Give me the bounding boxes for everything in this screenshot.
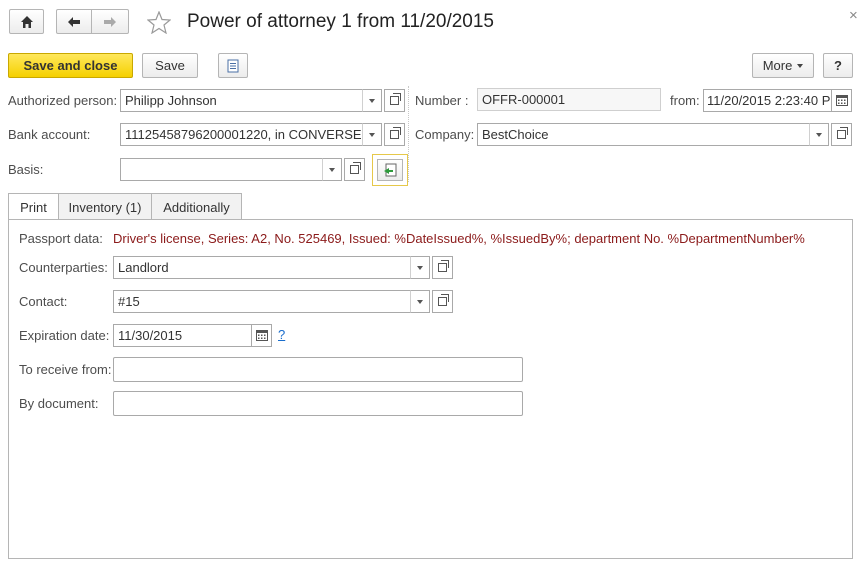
back-button[interactable] bbox=[56, 9, 92, 34]
bank-account-dropdown-button[interactable] bbox=[362, 123, 382, 146]
bank-account-label: Bank account: bbox=[8, 127, 91, 142]
company-dropdown-button[interactable] bbox=[809, 123, 829, 146]
more-label: More bbox=[762, 58, 793, 73]
save-and-close-button[interactable]: Save and close bbox=[8, 53, 133, 78]
document-icon bbox=[227, 59, 239, 72]
contact-label: Contact: bbox=[19, 294, 68, 309]
authorized-person-open-button[interactable] bbox=[384, 89, 405, 112]
calendar-icon bbox=[255, 330, 268, 341]
from-label: from: bbox=[670, 93, 700, 108]
contact-dropdown-button[interactable] bbox=[410, 290, 430, 313]
to-receive-from-field[interactable] bbox=[113, 357, 523, 382]
expiration-help-link[interactable]: ? bbox=[278, 327, 285, 343]
forward-button[interactable] bbox=[91, 9, 129, 34]
chevron-down-icon bbox=[417, 265, 423, 270]
home-button[interactable] bbox=[9, 9, 44, 34]
passport-data-value[interactable]: Driver's license, Series: A2, No. 525469… bbox=[113, 231, 805, 247]
company-label: Company: bbox=[415, 127, 475, 142]
contact-open-button[interactable] bbox=[432, 290, 453, 313]
help-button[interactable]: ? bbox=[823, 53, 853, 78]
favorite-star-icon[interactable] bbox=[147, 11, 171, 34]
bank-account-field[interactable]: 11125458796200001220, in CONVERSE bbox=[120, 123, 363, 146]
save-button[interactable]: Save bbox=[142, 53, 198, 78]
expiration-date-field[interactable]: 11/30/2015 bbox=[113, 324, 252, 347]
company-field[interactable]: BestChoice bbox=[477, 123, 810, 146]
contact-field[interactable]: #15 bbox=[113, 290, 411, 313]
from-calendar-button[interactable] bbox=[831, 89, 852, 112]
counterparties-dropdown-button[interactable] bbox=[410, 256, 430, 279]
expiration-calendar-button[interactable] bbox=[251, 324, 272, 347]
page-title: Power of attorney 1 from 11/20/2015 bbox=[187, 11, 494, 32]
number-label: Number : bbox=[415, 93, 469, 108]
counterparties-open-button[interactable] bbox=[432, 256, 453, 279]
to-receive-from-label: To receive from: bbox=[19, 362, 112, 377]
open-icon bbox=[390, 93, 401, 105]
basis-dropdown-button[interactable] bbox=[322, 158, 342, 181]
print-document-button[interactable] bbox=[218, 53, 248, 78]
fill-document-icon bbox=[384, 163, 397, 177]
by-document-field[interactable] bbox=[113, 391, 523, 416]
chevron-down-icon bbox=[816, 132, 822, 137]
column-separator bbox=[408, 86, 409, 182]
tab-inventory[interactable]: Inventory (1) bbox=[58, 193, 152, 220]
chevron-down-icon bbox=[369, 98, 375, 103]
close-icon[interactable]: × bbox=[849, 8, 858, 24]
authorized-person-dropdown-button[interactable] bbox=[362, 89, 382, 112]
basis-open-button[interactable] bbox=[344, 158, 365, 181]
chevron-down-icon bbox=[369, 132, 375, 137]
bank-account-open-button[interactable] bbox=[384, 123, 405, 146]
counterparties-label: Counterparties: bbox=[19, 260, 108, 275]
tab-print[interactable]: Print bbox=[8, 193, 59, 221]
home-icon bbox=[20, 15, 33, 28]
basis-field[interactable] bbox=[120, 158, 323, 181]
calendar-icon bbox=[835, 95, 848, 106]
company-open-button[interactable] bbox=[831, 123, 852, 146]
chevron-down-icon bbox=[797, 63, 804, 68]
number-field[interactable]: OFFR-000001 bbox=[477, 88, 661, 111]
open-icon bbox=[837, 127, 848, 139]
authorized-person-field[interactable]: Philipp Johnson bbox=[120, 89, 363, 112]
chevron-down-icon bbox=[417, 299, 423, 304]
tab-additionally[interactable]: Additionally bbox=[151, 193, 242, 220]
chevron-down-icon bbox=[329, 167, 335, 172]
arrow-left-icon bbox=[68, 16, 80, 27]
basis-label: Basis: bbox=[8, 162, 44, 177]
more-button[interactable]: More bbox=[752, 53, 814, 78]
open-icon bbox=[390, 127, 401, 139]
expiration-date-label: Expiration date: bbox=[19, 328, 110, 343]
open-icon bbox=[438, 294, 449, 306]
by-document-label: By document: bbox=[19, 396, 99, 411]
arrow-right-icon bbox=[104, 16, 116, 27]
counterparties-field[interactable]: Landlord bbox=[113, 256, 411, 279]
open-icon bbox=[438, 260, 449, 272]
passport-data-label: Passport data: bbox=[19, 231, 103, 246]
authorized-person-label: Authorized person: bbox=[8, 93, 118, 108]
fill-from-basis-button[interactable] bbox=[372, 154, 408, 186]
open-icon bbox=[350, 162, 361, 174]
from-date-field[interactable]: 11/20/2015 2:23:40 P bbox=[703, 89, 832, 112]
